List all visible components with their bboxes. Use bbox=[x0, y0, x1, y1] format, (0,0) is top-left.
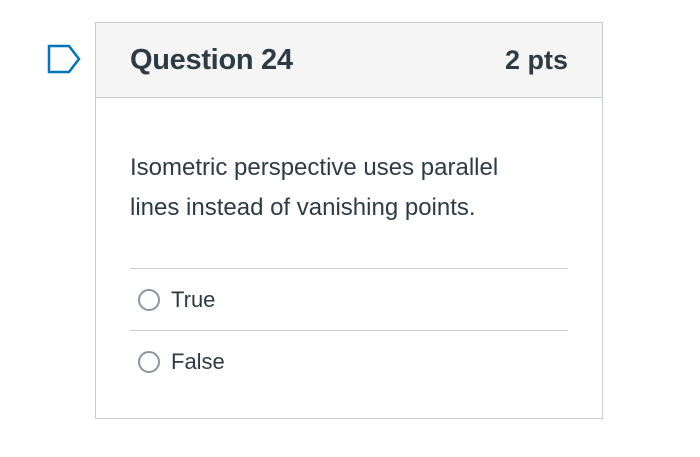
answer-option-false[interactable]: False bbox=[130, 331, 568, 392]
answer-option-true[interactable]: True bbox=[130, 269, 568, 331]
radio-button-icon[interactable] bbox=[138, 350, 160, 373]
answer-list: True False bbox=[130, 268, 568, 392]
question-body: Isometric perspective uses parallel line… bbox=[96, 148, 602, 392]
answer-label: False bbox=[171, 348, 225, 374]
question-card: Question 24 2 pts Isometric perspective … bbox=[95, 22, 603, 419]
answer-label: True bbox=[171, 286, 216, 312]
quiz-page: Question 24 2 pts Isometric perspective … bbox=[0, 0, 700, 457]
question-text: Isometric perspective uses parallel line… bbox=[130, 154, 499, 221]
question-points: 2 pts bbox=[504, 44, 568, 75]
question-title: Question 24 bbox=[130, 43, 293, 76]
question-header: Question 24 2 pts bbox=[96, 23, 602, 98]
radio-button-icon[interactable] bbox=[138, 288, 160, 311]
flag-question-icon[interactable] bbox=[47, 44, 81, 74]
